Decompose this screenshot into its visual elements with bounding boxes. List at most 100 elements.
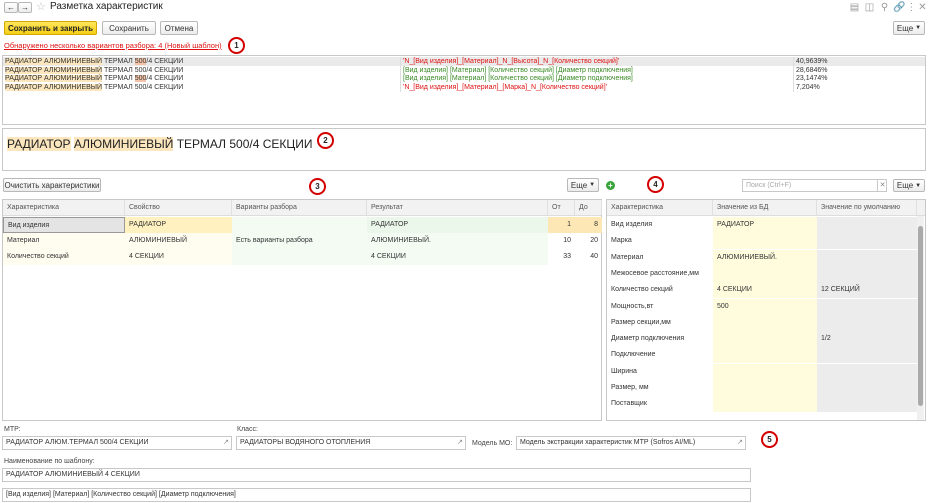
variants-table: РАДИАТОР АЛЮМИНИЕВЫЙ ТЕРМАЛ 500/4 СЕКЦИИ… xyxy=(2,55,926,125)
column-header[interactable]: Характеристика xyxy=(607,200,713,215)
table-row[interactable]: Межосевое расстояние,мм xyxy=(607,265,925,282)
table-row[interactable]: Вид изделия РАДИАТОР xyxy=(607,217,925,233)
more-button[interactable]: Еще ▼ xyxy=(893,21,925,35)
table-row[interactable]: Мощность,вт 500 xyxy=(607,298,925,315)
table-cell xyxy=(232,217,367,233)
model-field[interactable]: Модель экстракции характеристик МТР (Sof… xyxy=(516,436,746,450)
column-header[interactable]: Варианты разбора xyxy=(232,200,367,215)
column-header[interactable]: Характеристика xyxy=(3,200,125,215)
back-button[interactable]: ← xyxy=(4,2,18,13)
pattern-value: [Вид изделия] [Материал] [Количество сек… xyxy=(6,491,236,498)
search-input[interactable]: Поиск (Ctrl+F) xyxy=(742,179,887,192)
table-cell: 1/2 xyxy=(817,331,917,348)
vertical-scrollbar[interactable] xyxy=(917,216,924,420)
variant-text-cell: РАДИАТОР АЛЮМИНИЕВЫЙ ТЕРМАЛ 500/4 СЕКЦИИ xyxy=(3,82,401,92)
table-cell: Ширина xyxy=(611,367,637,375)
save-button[interactable]: Сохранить xyxy=(102,21,156,35)
column-header[interactable]: Значение по умолчанию xyxy=(817,200,917,215)
mtr-field[interactable]: РАДИАТОР АЛЮМ.ТЕРМАЛ 500/4 СЕКЦИИ ↗ xyxy=(2,436,232,450)
pattern-field[interactable]: [Вид изделия] [Материал] [Количество сек… xyxy=(2,488,751,502)
table-cell: 8 xyxy=(575,217,602,233)
table-row[interactable]: Подключение xyxy=(607,347,925,364)
variant-row[interactable]: РАДИАТОР АЛЮМИНИЕВЫЙ ТЕРМАЛ 500/4 СЕКЦИИ… xyxy=(3,82,925,92)
table-cell: Вид изделия xyxy=(3,217,125,233)
open-link-icon[interactable]: ↗ xyxy=(221,437,231,449)
save-and-close-button[interactable]: Сохранить и закрыть xyxy=(4,21,97,35)
marker-2: 2 xyxy=(317,132,334,149)
template-label: Наименование по шаблону: xyxy=(4,458,95,465)
column-header[interactable]: До xyxy=(575,200,602,215)
table-row[interactable]: Количество секций 4 СЕКЦИИ 12 СЕКЦИЙ xyxy=(607,282,925,299)
class-label: Класс: xyxy=(237,426,258,433)
table-row[interactable]: Материал АЛЮМИНИЕВЫЙ. xyxy=(607,249,925,266)
column-header[interactable]: От xyxy=(548,200,575,215)
search-clear-icon[interactable]: ✕ xyxy=(877,179,887,192)
table-cell: Размер, мм xyxy=(611,384,649,391)
clear-characteristics-button[interactable]: Очистить характеристики xyxy=(3,178,101,192)
variant-text-part: АЛЮМИНИЕВЫЙ xyxy=(44,83,103,91)
table-cell: Материал xyxy=(3,233,125,249)
table-row[interactable]: Количество секций 4 СЕКЦИИ 4 СЕКЦИИ 33 40 xyxy=(3,249,601,265)
search-placeholder: Поиск (Ctrl+F) xyxy=(746,182,792,189)
variant-text-part: /4 СЕКЦИИ xyxy=(146,58,184,65)
variant-text-part: ТЕРМАЛ xyxy=(102,58,135,65)
db-values-table-header: Характеристика Значение из БД Значение п… xyxy=(607,200,925,216)
variant-text-part: /4 СЕКЦИИ xyxy=(146,83,184,91)
table-cell: Количество секций xyxy=(3,249,125,265)
left-more-button[interactable]: Еще ▼ xyxy=(567,178,599,192)
dropdown-arrow-icon: ▼ xyxy=(589,182,596,188)
table-cell xyxy=(713,380,817,396)
print-icon[interactable]: ▤ xyxy=(848,1,861,14)
forward-button[interactable]: → xyxy=(18,2,32,13)
table-row[interactable]: Диаметр подключения 1/2 xyxy=(607,331,925,348)
variants-link[interactable]: Обнаружено несколько вариантов разбора: … xyxy=(4,41,222,50)
table-cell: 10 xyxy=(563,237,571,244)
favorite-star-icon[interactable]: ☆ xyxy=(36,0,46,13)
column-header[interactable]: Значение из БД xyxy=(713,200,817,215)
highlight-word-1: РАДИАТОР xyxy=(7,137,71,151)
db-values-table: Характеристика Значение из БД Значение п… xyxy=(606,199,926,421)
table-cell: РАДИАТОР xyxy=(367,217,548,233)
table-cell xyxy=(232,249,367,265)
template-name-field[interactable]: РАДИАТОР АЛЮМИНИЕВЫЙ 4 СЕКЦИИ xyxy=(2,468,751,482)
close-icon[interactable]: ✕ xyxy=(916,1,929,14)
open-link-icon[interactable]: ↗ xyxy=(455,437,465,449)
mtr-value: РАДИАТОР АЛЮМ.ТЕРМАЛ 500/4 СЕКЦИИ xyxy=(6,439,149,446)
table-cell xyxy=(817,217,917,233)
table-row[interactable]: Размер, мм xyxy=(607,380,925,396)
variant-text-part: РАДИАТОР xyxy=(5,83,45,91)
table-row[interactable]: Размер секции,мм xyxy=(607,314,925,331)
table-cell xyxy=(713,347,817,364)
table-cell: 40 xyxy=(590,253,598,260)
table-cell: Мощность,вт xyxy=(611,302,654,310)
save-file-icon[interactable]: ◫ xyxy=(863,1,876,14)
table-row[interactable]: Поставщик xyxy=(607,396,925,413)
table-cell: Вид изделия xyxy=(611,221,653,228)
table-cell xyxy=(713,363,817,380)
table-cell xyxy=(817,265,917,282)
title-bar: ← → ☆ Разметка характеристик ▤ ◫ ⚲ 🔗 ⋮ ✕ xyxy=(0,0,929,15)
table-cell xyxy=(817,314,917,331)
source-text-area[interactable]: РАДИАТОР АЛЮМИНИЕВЫЙ ТЕРМАЛ 500/4 СЕКЦИИ… xyxy=(2,128,926,171)
table-row[interactable]: Материал АЛЮМИНИЕВЫЙ Есть варианты разбора… xyxy=(3,233,601,249)
column-header[interactable]: Результат xyxy=(367,200,548,215)
cancel-button[interactable]: Отмена xyxy=(160,21,198,35)
add-icon[interactable]: + xyxy=(606,181,615,190)
search-doc-icon[interactable]: ⚲ xyxy=(878,1,891,14)
table-cell: 33 xyxy=(563,253,571,260)
scrollbar-thumb[interactable] xyxy=(918,226,923,406)
table-cell: Количество секций xyxy=(611,286,673,294)
table-row[interactable]: Ширина xyxy=(607,363,925,380)
table-cell: РАДИАТОР xyxy=(125,217,232,233)
open-link-icon[interactable]: ↗ xyxy=(735,437,745,449)
class-field[interactable]: РАДИАТОРЫ ВОДЯНОГО ОТОПЛЕНИЯ ↗ xyxy=(236,436,466,450)
table-cell xyxy=(817,347,917,364)
variant-text-part: РАДИАТОР xyxy=(5,58,45,65)
table-cell: АЛЮМИНИЕВЫЙ. xyxy=(367,233,548,249)
column-header[interactable]: Свойство xyxy=(125,200,232,215)
table-row[interactable]: Вид изделия РАДИАТОР РАДИАТОР 1 8 xyxy=(3,217,602,233)
right-more-button[interactable]: Еще ▼ xyxy=(893,179,925,192)
table-row[interactable]: Марка xyxy=(607,233,925,250)
table-cell xyxy=(713,265,817,282)
table-cell: Марка xyxy=(611,237,632,245)
